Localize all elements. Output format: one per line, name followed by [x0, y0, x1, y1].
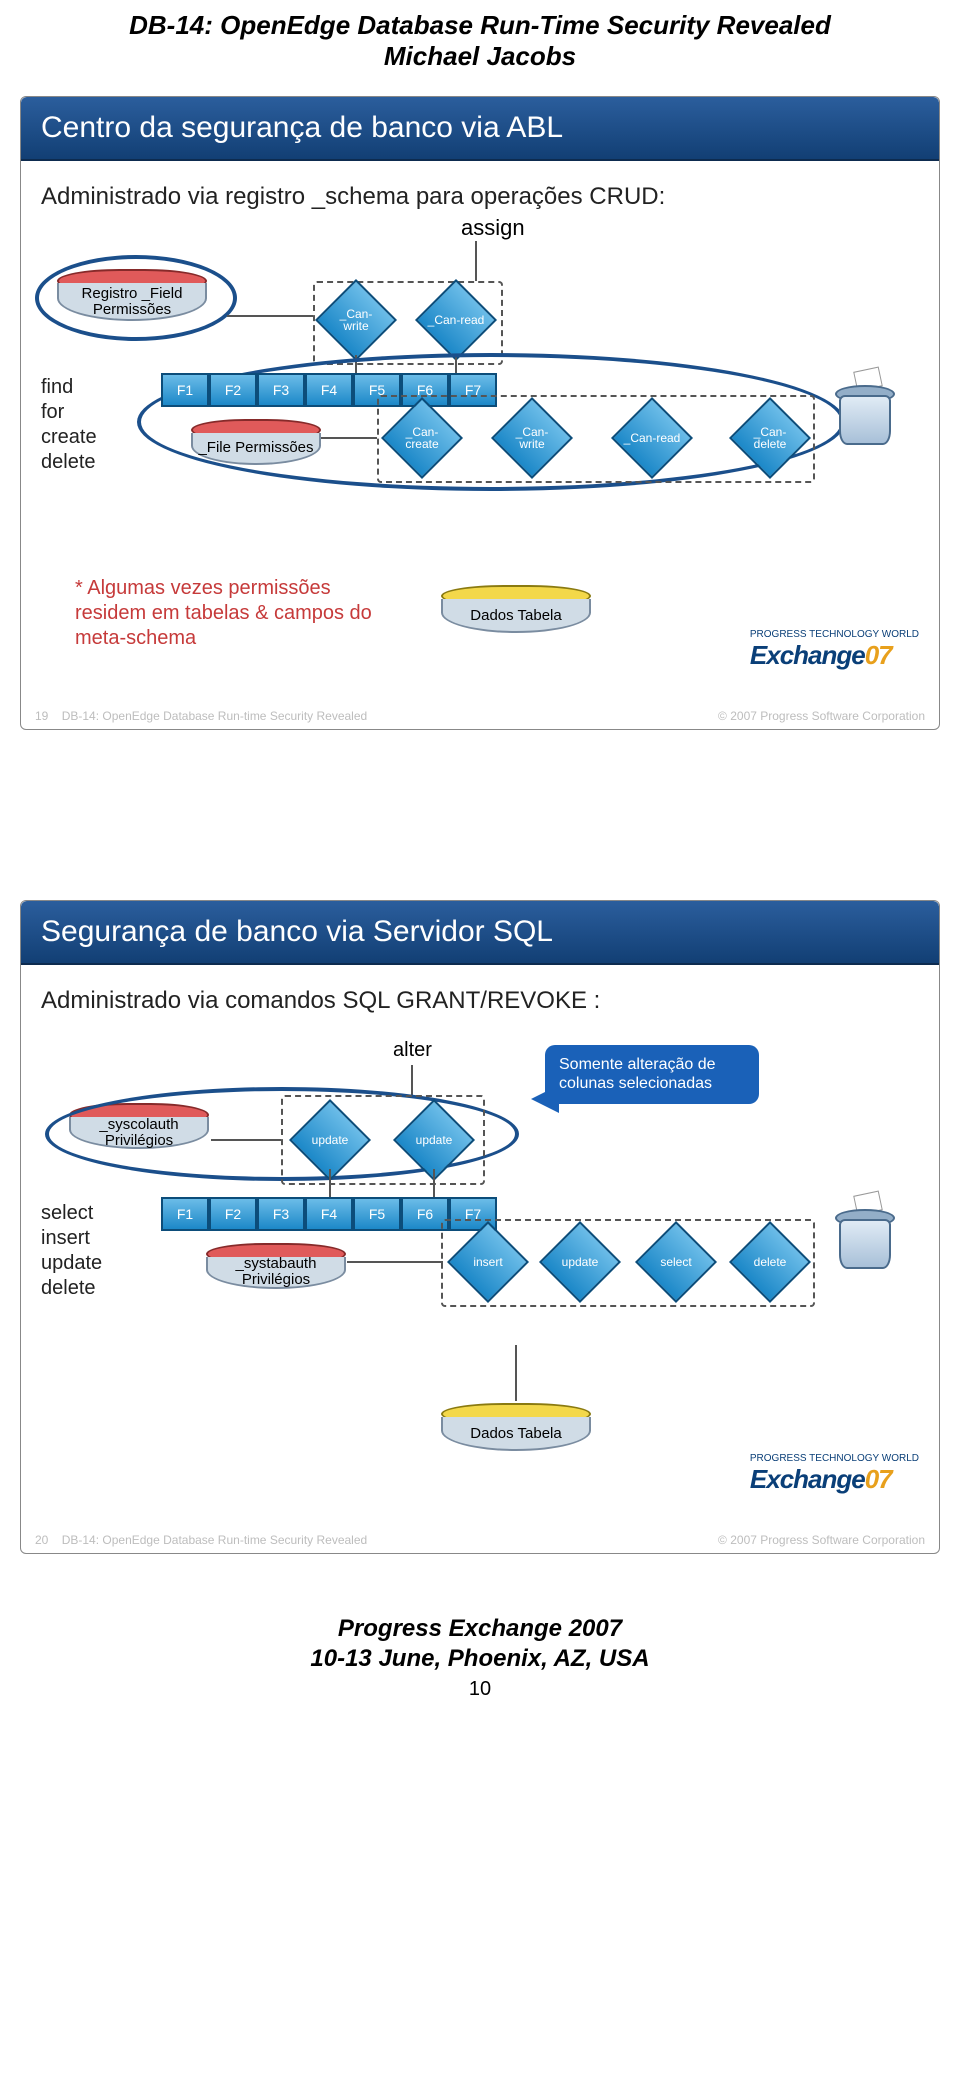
registro-field-cyl: Registro _Field Permissões	[57, 269, 207, 321]
slide2-footer: 20 DB-14: OpenEdge Database Run-time Sec…	[21, 1529, 939, 1553]
file-perm-label: _File Permissões	[198, 440, 313, 456]
systabauth-cyl: _systabauth Privilégios	[206, 1243, 346, 1289]
callout-alter: Somente alteração de colunas selecionada…	[545, 1045, 759, 1103]
diamond-can-write-top: _Can-write	[321, 285, 391, 355]
syscolauth-label: _syscolauth Privilégios	[71, 1115, 207, 1150]
diamond-can-delete: _Can-delete	[735, 403, 805, 473]
doc-author: Michael Jacobs	[20, 41, 940, 72]
verbs-abl: find for create delete	[41, 375, 97, 475]
syscolauth-cyl: _syscolauth Privilégios	[69, 1103, 209, 1149]
diamond-can-read-top: _Can-read	[421, 285, 491, 355]
verbs-sql: select insert update delete	[41, 1201, 102, 1301]
exchange-logo: PROGRESS TECHNOLOGY WORLD Exchange07	[750, 629, 919, 671]
diamond-insert: insert	[453, 1227, 523, 1297]
diamond-update1: update	[295, 1105, 365, 1175]
diamond-update: update	[545, 1227, 615, 1297]
slide-1: Centro da segurança de banco via ABL Adm…	[20, 96, 940, 730]
diamond-select: select	[641, 1227, 711, 1297]
systabauth-label: _systabauth Privilégios	[208, 1256, 344, 1288]
slide1-title: Centro da segurança de banco via ABL	[21, 97, 939, 161]
doc-title: DB-14: OpenEdge Database Run-Time Securi…	[20, 10, 940, 41]
dados-label-2: Dados Tabela	[470, 1425, 561, 1442]
assign-label: assign	[461, 215, 525, 241]
diamond-update2: update	[399, 1105, 469, 1175]
dados-cyl: Dados Tabela	[441, 585, 591, 633]
trash-icon-2	[831, 1199, 895, 1269]
dados-cyl-2: Dados Tabela	[441, 1403, 591, 1451]
diamond-can-create: _Can-create	[387, 403, 457, 473]
alter-label: alter	[393, 1039, 432, 1062]
trash-icon	[831, 375, 895, 445]
diamond-can-read: _Can-read	[617, 403, 687, 473]
exchange-logo-2: PROGRESS TECHNOLOGY WORLD Exchange07	[750, 1453, 919, 1495]
diamond-delete: delete	[735, 1227, 805, 1297]
dados-label: Dados Tabela	[470, 607, 561, 624]
slide2-title: Segurança de banco via Servidor SQL	[21, 901, 939, 965]
file-perm-cyl: _File Permissões	[191, 419, 321, 465]
slide-2: Segurança de banco via Servidor SQL Admi…	[20, 900, 940, 1554]
note-permissions: * Algumas vezes permissões residem em ta…	[75, 576, 395, 651]
page-footer: Progress Exchange 2007 10-13 June, Phoen…	[20, 1614, 940, 1674]
diamond-can-write: _Can-write	[497, 403, 567, 473]
page-number: 10	[20, 1678, 940, 1701]
registro-field-label: Registro _Field Permissões	[59, 284, 205, 319]
slide2-subtitle: Administrado via comandos SQL GRANT/REVO…	[41, 987, 919, 1015]
slide1-footer: 19 DB-14: OpenEdge Database Run-time Sec…	[21, 705, 939, 729]
slide1-subtitle: Administrado via registro _schema para o…	[41, 183, 919, 211]
